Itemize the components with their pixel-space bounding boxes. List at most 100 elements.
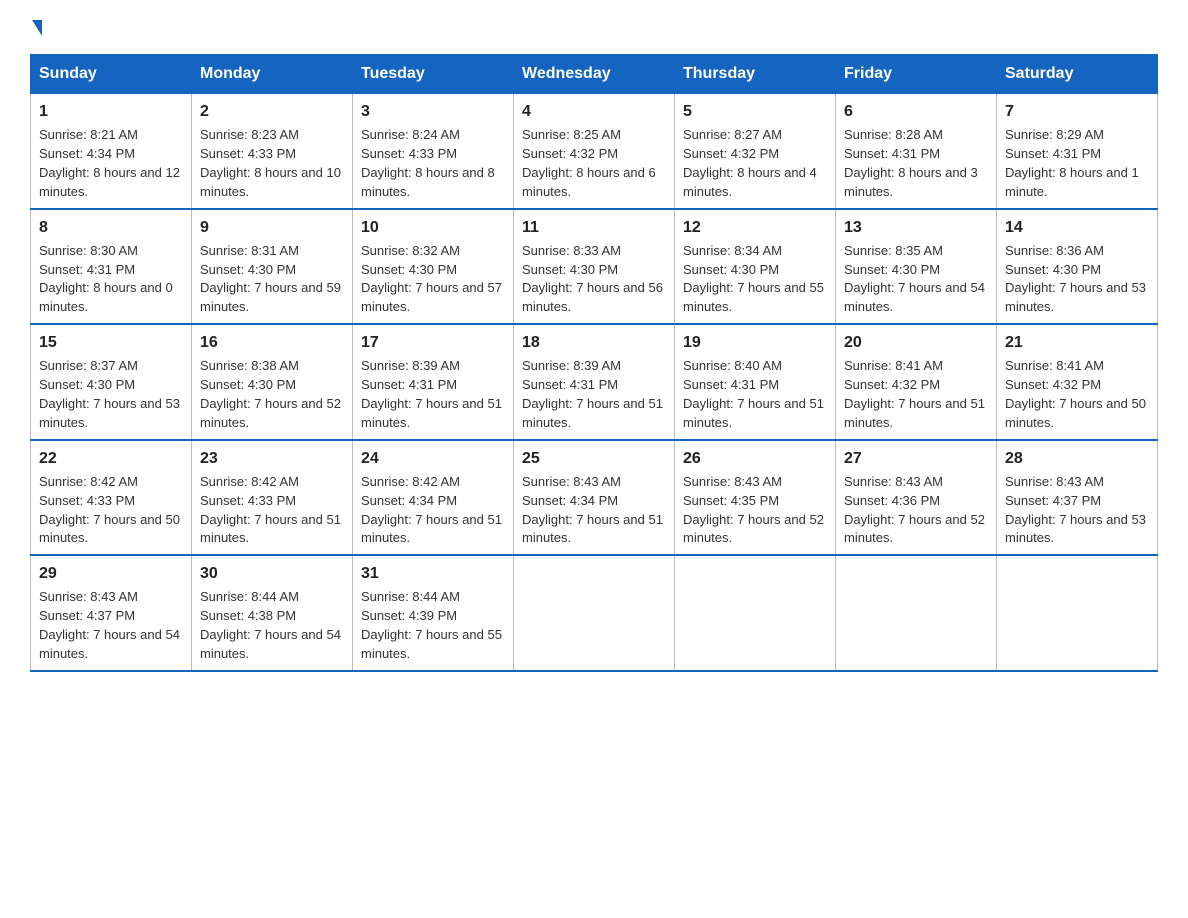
calendar-cell: 22 Sunrise: 8:42 AMSunset: 4:33 PMDaylig… [31,440,192,556]
day-number: 6 [844,100,988,123]
calendar-cell: 23 Sunrise: 8:42 AMSunset: 4:33 PMDaylig… [192,440,353,556]
calendar-cell: 29 Sunrise: 8:43 AMSunset: 4:37 PMDaylig… [31,555,192,671]
calendar-cell [836,555,997,671]
day-number: 4 [522,100,666,123]
day-info: Sunrise: 8:31 AMSunset: 4:30 PMDaylight:… [200,243,341,315]
calendar-cell: 12 Sunrise: 8:34 AMSunset: 4:30 PMDaylig… [675,209,836,325]
day-info: Sunrise: 8:24 AMSunset: 4:33 PMDaylight:… [361,127,495,199]
day-info: Sunrise: 8:40 AMSunset: 4:31 PMDaylight:… [683,358,824,430]
calendar-cell: 6 Sunrise: 8:28 AMSunset: 4:31 PMDayligh… [836,94,997,209]
day-number: 19 [683,331,827,354]
day-number: 31 [361,562,505,585]
header-monday: Monday [192,55,353,94]
day-info: Sunrise: 8:42 AMSunset: 4:33 PMDaylight:… [39,474,180,546]
day-info: Sunrise: 8:34 AMSunset: 4:30 PMDaylight:… [683,243,824,315]
page-header [30,20,1158,36]
day-number: 15 [39,331,183,354]
day-info: Sunrise: 8:39 AMSunset: 4:31 PMDaylight:… [361,358,502,430]
calendar-cell: 31 Sunrise: 8:44 AMSunset: 4:39 PMDaylig… [353,555,514,671]
calendar-cell [997,555,1158,671]
day-info: Sunrise: 8:41 AMSunset: 4:32 PMDaylight:… [1005,358,1146,430]
day-info: Sunrise: 8:27 AMSunset: 4:32 PMDaylight:… [683,127,817,199]
logo [30,20,42,36]
logo-triangle-icon [32,20,42,36]
day-info: Sunrise: 8:28 AMSunset: 4:31 PMDaylight:… [844,127,978,199]
day-number: 12 [683,216,827,239]
calendar-cell: 20 Sunrise: 8:41 AMSunset: 4:32 PMDaylig… [836,324,997,440]
day-number: 1 [39,100,183,123]
day-number: 25 [522,447,666,470]
header-sunday: Sunday [31,55,192,94]
calendar-table: SundayMondayTuesdayWednesdayThursdayFrid… [30,54,1158,672]
day-info: Sunrise: 8:38 AMSunset: 4:30 PMDaylight:… [200,358,341,430]
day-info: Sunrise: 8:43 AMSunset: 4:35 PMDaylight:… [683,474,824,546]
day-info: Sunrise: 8:41 AMSunset: 4:32 PMDaylight:… [844,358,985,430]
calendar-cell: 14 Sunrise: 8:36 AMSunset: 4:30 PMDaylig… [997,209,1158,325]
calendar-cell [514,555,675,671]
day-number: 29 [39,562,183,585]
day-number: 24 [361,447,505,470]
day-info: Sunrise: 8:44 AMSunset: 4:39 PMDaylight:… [361,589,502,661]
calendar-week-row: 22 Sunrise: 8:42 AMSunset: 4:33 PMDaylig… [31,440,1158,556]
day-info: Sunrise: 8:44 AMSunset: 4:38 PMDaylight:… [200,589,341,661]
day-info: Sunrise: 8:43 AMSunset: 4:37 PMDaylight:… [1005,474,1146,546]
calendar-week-row: 8 Sunrise: 8:30 AMSunset: 4:31 PMDayligh… [31,209,1158,325]
calendar-cell: 25 Sunrise: 8:43 AMSunset: 4:34 PMDaylig… [514,440,675,556]
day-info: Sunrise: 8:43 AMSunset: 4:37 PMDaylight:… [39,589,180,661]
calendar-cell: 11 Sunrise: 8:33 AMSunset: 4:30 PMDaylig… [514,209,675,325]
day-info: Sunrise: 8:32 AMSunset: 4:30 PMDaylight:… [361,243,502,315]
header-friday: Friday [836,55,997,94]
day-number: 9 [200,216,344,239]
day-info: Sunrise: 8:30 AMSunset: 4:31 PMDaylight:… [39,243,173,315]
day-number: 21 [1005,331,1149,354]
day-number: 16 [200,331,344,354]
day-number: 20 [844,331,988,354]
calendar-cell: 27 Sunrise: 8:43 AMSunset: 4:36 PMDaylig… [836,440,997,556]
calendar-cell: 3 Sunrise: 8:24 AMSunset: 4:33 PMDayligh… [353,94,514,209]
day-number: 23 [200,447,344,470]
day-number: 2 [200,100,344,123]
calendar-cell: 15 Sunrise: 8:37 AMSunset: 4:30 PMDaylig… [31,324,192,440]
day-number: 3 [361,100,505,123]
calendar-cell: 2 Sunrise: 8:23 AMSunset: 4:33 PMDayligh… [192,94,353,209]
calendar-week-row: 29 Sunrise: 8:43 AMSunset: 4:37 PMDaylig… [31,555,1158,671]
day-info: Sunrise: 8:23 AMSunset: 4:33 PMDaylight:… [200,127,341,199]
day-number: 10 [361,216,505,239]
calendar-cell: 5 Sunrise: 8:27 AMSunset: 4:32 PMDayligh… [675,94,836,209]
calendar-cell: 10 Sunrise: 8:32 AMSunset: 4:30 PMDaylig… [353,209,514,325]
day-info: Sunrise: 8:39 AMSunset: 4:31 PMDaylight:… [522,358,663,430]
calendar-cell: 26 Sunrise: 8:43 AMSunset: 4:35 PMDaylig… [675,440,836,556]
calendar-header-row: SundayMondayTuesdayWednesdayThursdayFrid… [31,55,1158,94]
header-thursday: Thursday [675,55,836,94]
day-number: 26 [683,447,827,470]
calendar-cell: 7 Sunrise: 8:29 AMSunset: 4:31 PMDayligh… [997,94,1158,209]
calendar-cell [675,555,836,671]
day-number: 27 [844,447,988,470]
calendar-cell: 8 Sunrise: 8:30 AMSunset: 4:31 PMDayligh… [31,209,192,325]
day-info: Sunrise: 8:35 AMSunset: 4:30 PMDaylight:… [844,243,985,315]
calendar-cell: 13 Sunrise: 8:35 AMSunset: 4:30 PMDaylig… [836,209,997,325]
day-number: 28 [1005,447,1149,470]
calendar-cell: 30 Sunrise: 8:44 AMSunset: 4:38 PMDaylig… [192,555,353,671]
day-number: 14 [1005,216,1149,239]
day-number: 17 [361,331,505,354]
day-number: 7 [1005,100,1149,123]
header-tuesday: Tuesday [353,55,514,94]
calendar-cell: 16 Sunrise: 8:38 AMSunset: 4:30 PMDaylig… [192,324,353,440]
calendar-cell: 17 Sunrise: 8:39 AMSunset: 4:31 PMDaylig… [353,324,514,440]
calendar-cell: 24 Sunrise: 8:42 AMSunset: 4:34 PMDaylig… [353,440,514,556]
calendar-cell: 19 Sunrise: 8:40 AMSunset: 4:31 PMDaylig… [675,324,836,440]
day-number: 30 [200,562,344,585]
day-info: Sunrise: 8:43 AMSunset: 4:36 PMDaylight:… [844,474,985,546]
day-info: Sunrise: 8:29 AMSunset: 4:31 PMDaylight:… [1005,127,1139,199]
header-wednesday: Wednesday [514,55,675,94]
calendar-week-row: 1 Sunrise: 8:21 AMSunset: 4:34 PMDayligh… [31,94,1158,209]
day-info: Sunrise: 8:25 AMSunset: 4:32 PMDaylight:… [522,127,656,199]
day-info: Sunrise: 8:36 AMSunset: 4:30 PMDaylight:… [1005,243,1146,315]
day-number: 8 [39,216,183,239]
day-number: 13 [844,216,988,239]
calendar-cell: 1 Sunrise: 8:21 AMSunset: 4:34 PMDayligh… [31,94,192,209]
day-number: 5 [683,100,827,123]
day-info: Sunrise: 8:33 AMSunset: 4:30 PMDaylight:… [522,243,663,315]
calendar-cell: 18 Sunrise: 8:39 AMSunset: 4:31 PMDaylig… [514,324,675,440]
